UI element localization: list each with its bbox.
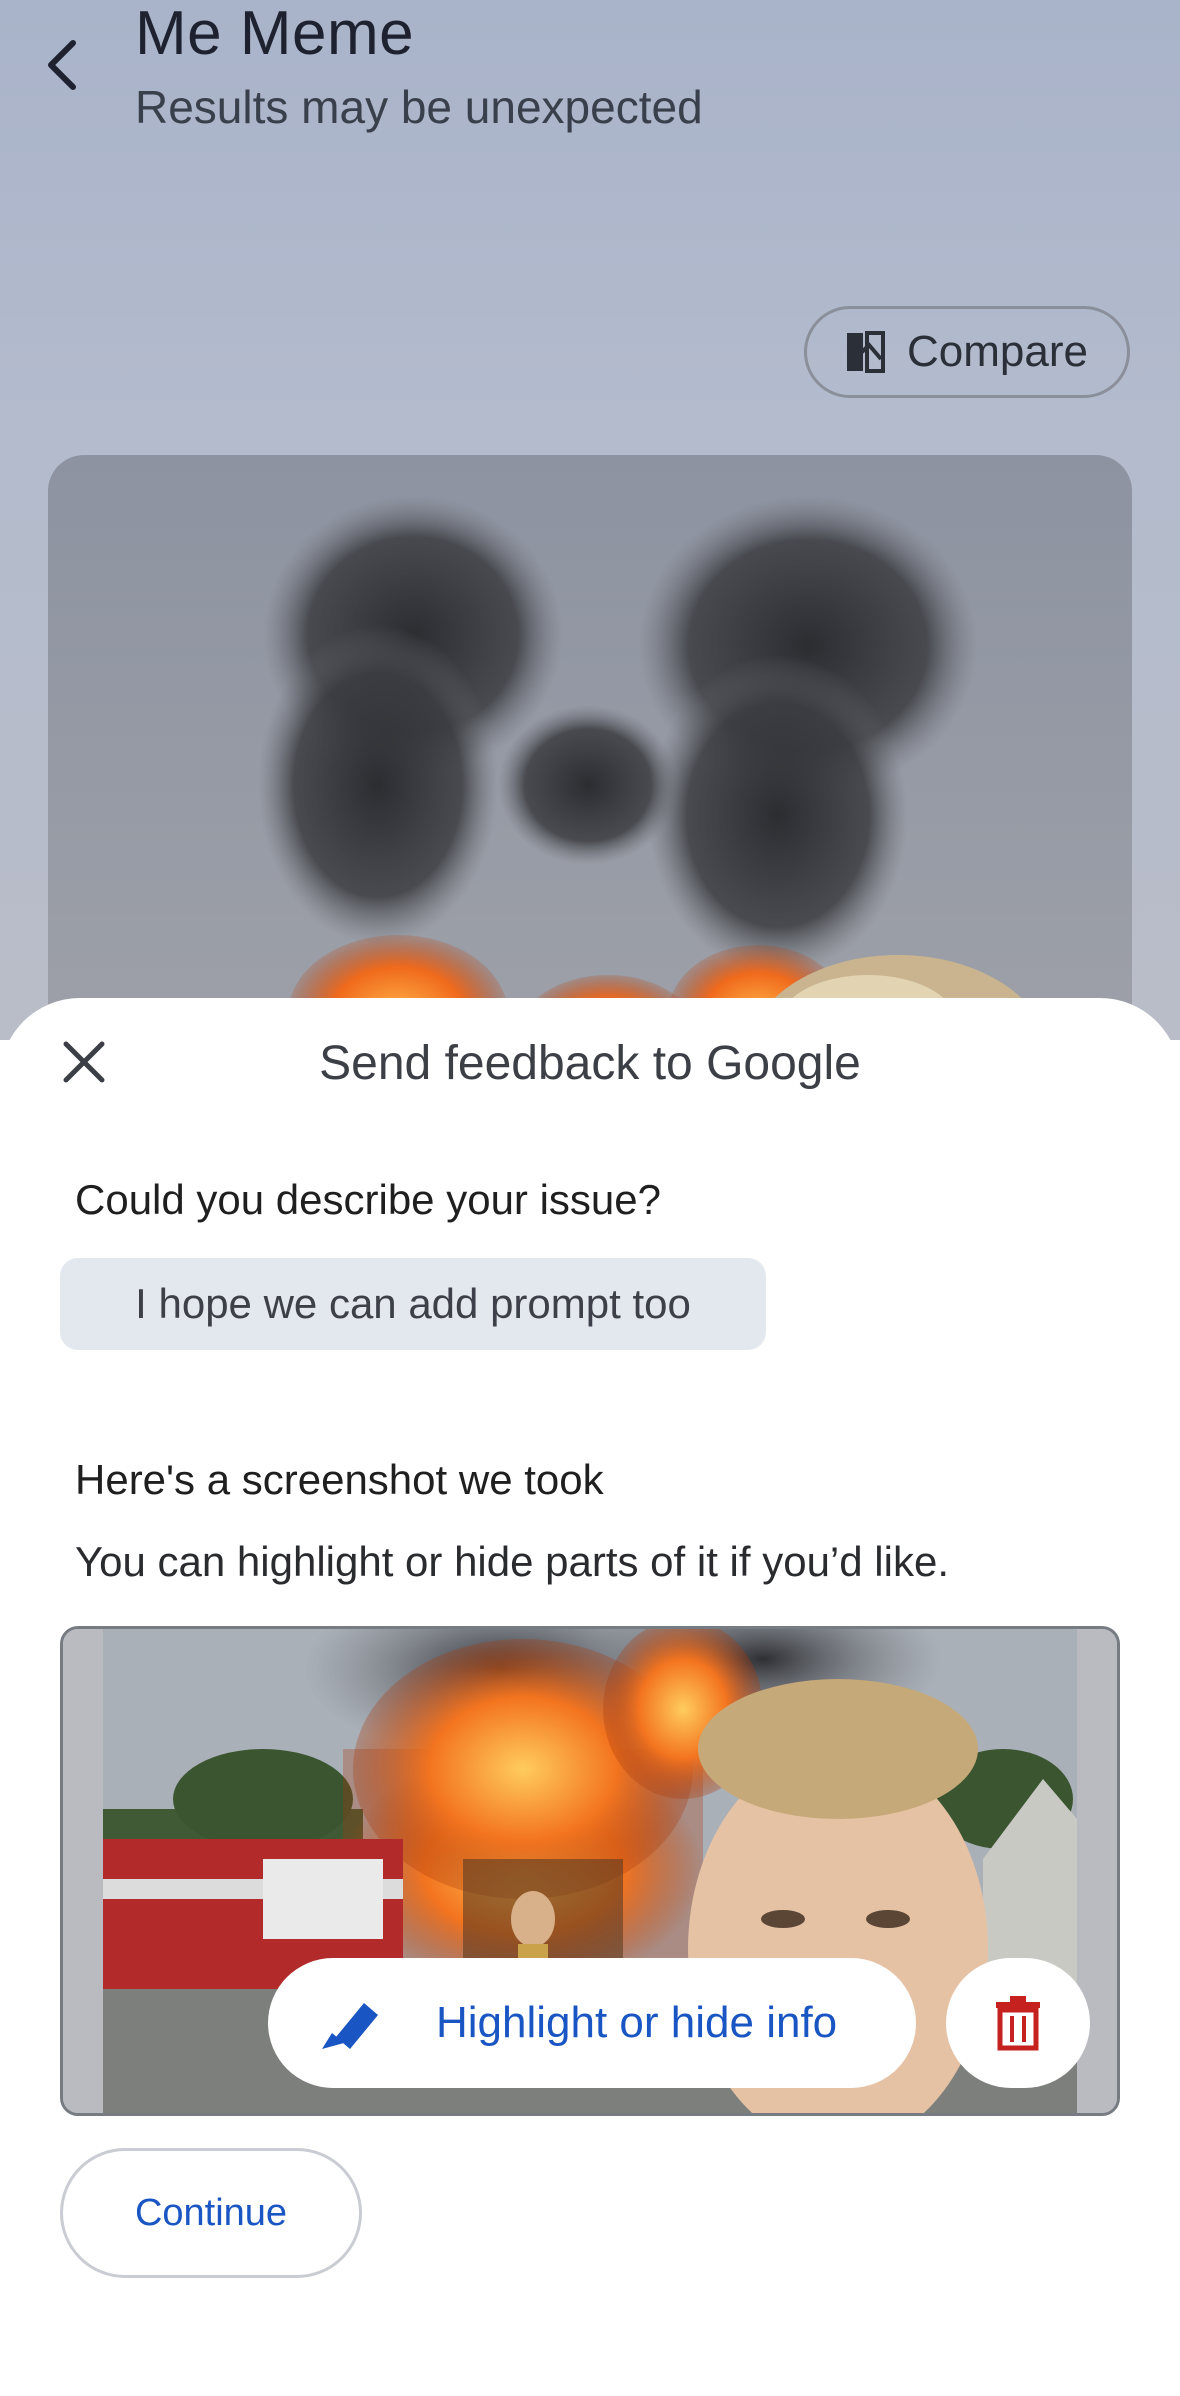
screenshot-description: You can highlight or hide parts of it if… xyxy=(75,1538,949,1585)
compare-button[interactable]: Compare xyxy=(804,306,1130,398)
issue-question-label: Could you describe your issue? xyxy=(75,1176,661,1223)
pencil-icon xyxy=(322,2003,378,2049)
trash-icon xyxy=(996,1996,1040,2051)
highlight-or-hide-button[interactable]: Highlight or hide info xyxy=(268,1958,916,2088)
page-subtitle: Results may be unexpected xyxy=(135,81,703,133)
screenshot-heading: Here's a screenshot we took xyxy=(75,1456,604,1503)
compare-icon xyxy=(847,331,885,373)
delete-screenshot-button[interactable] xyxy=(946,1958,1090,2088)
generated-meme-image xyxy=(48,455,1132,1075)
feedback-sheet: Send feedback to Google Could you descri… xyxy=(0,998,1180,2396)
chevron-left-icon xyxy=(48,40,76,90)
back-button[interactable] xyxy=(34,36,92,94)
issue-answer-chip[interactable]: I hope we can add prompt too xyxy=(60,1258,766,1350)
meme-result-screen: Me Meme Results may be unexpected Compar… xyxy=(0,0,1180,1075)
compare-label: Compare xyxy=(907,327,1088,376)
sheet-title: Send feedback to Google xyxy=(319,1037,861,1090)
continue-button[interactable]: Continue xyxy=(60,2148,362,2278)
page-title: Me Meme xyxy=(135,0,415,68)
highlight-or-hide-label: Highlight or hide info xyxy=(436,1998,838,2047)
